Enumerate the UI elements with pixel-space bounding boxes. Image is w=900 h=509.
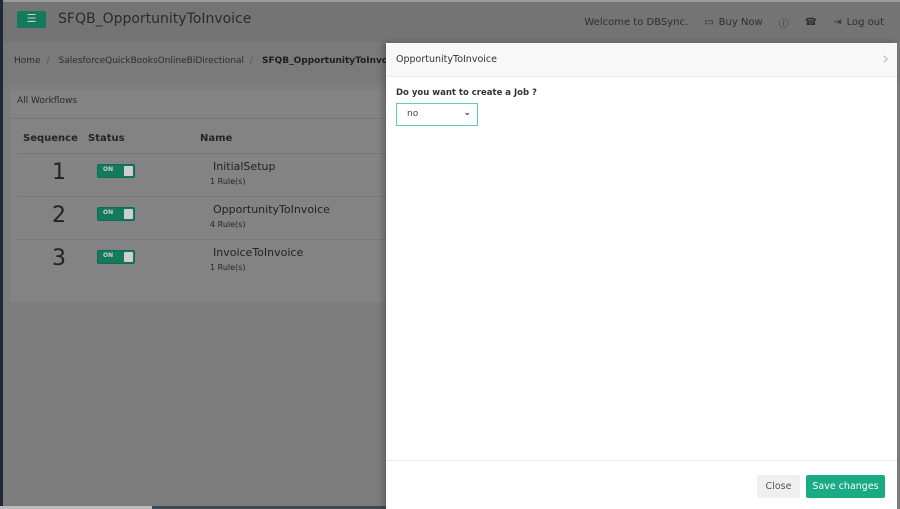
breadcrumb-current: SFQB_OpportunityToInvoice xyxy=(261,56,403,66)
top-header: ☰ SFQB_OpportunityToInvoice Welcome to D… xyxy=(3,0,900,42)
breadcrumb-project[interactable]: SalesforceQuickBooksOnlineBiDirectional xyxy=(59,56,245,66)
chevron-down-icon: ⌄ xyxy=(463,108,471,118)
create-job-select[interactable]: no ⌄ xyxy=(396,103,478,126)
toggle-label: ON xyxy=(103,209,114,216)
sequence: 1 xyxy=(52,160,66,185)
sequence: 2 xyxy=(52,203,66,228)
toggle-label: ON xyxy=(103,252,114,259)
logout-icon: ⇥ xyxy=(833,17,842,28)
logout-link[interactable]: ⇥ Log out xyxy=(833,17,884,28)
col-status: Status xyxy=(88,133,125,144)
logout-label: Log out xyxy=(846,17,884,28)
workflows-card: All Workflows Sequence Status Name 1 ON … xyxy=(10,89,400,302)
status-toggle[interactable]: ON xyxy=(97,164,135,178)
table-row: 2 ON OpportunityToInvoice 4 Rule(s) xyxy=(17,196,400,239)
dialog-footer: Close Save changes xyxy=(386,460,897,509)
sequence: 3 xyxy=(52,246,66,271)
workflow-name[interactable]: OpportunityToInvoice xyxy=(213,203,330,216)
rule-count: 1 Rule(s) xyxy=(210,263,246,272)
info-icon[interactable]: ⓘ xyxy=(779,15,789,30)
side-panel-dialog: OpportunityToInvoice › Do you want to cr… xyxy=(386,43,897,509)
breadcrumb-home[interactable]: Home xyxy=(14,56,41,66)
col-name: Name xyxy=(200,133,233,144)
workflow-name[interactable]: InitialSetup xyxy=(213,160,275,173)
toggle-label: ON xyxy=(103,166,114,173)
save-changes-button[interactable]: Save changes xyxy=(806,475,885,498)
buy-now-link[interactable]: ▭ Buy Now xyxy=(704,17,763,28)
menu-toggle-button[interactable]: ☰ xyxy=(17,11,46,28)
page-title: SFQB_OpportunityToInvoice xyxy=(58,11,252,27)
status-toggle[interactable]: ON xyxy=(97,207,135,221)
dialog-header: OpportunityToInvoice › xyxy=(386,43,897,77)
create-job-label: Do you want to create a Job ? xyxy=(396,88,537,98)
rule-count: 4 Rule(s) xyxy=(210,220,246,229)
col-sequence: Sequence xyxy=(23,133,78,144)
dialog-title: OpportunityToInvoice xyxy=(396,54,497,65)
close-button[interactable]: Close xyxy=(757,475,800,498)
table-row: 3 ON InvoiceToInvoice 1 Rule(s) xyxy=(17,239,400,282)
status-toggle[interactable]: ON xyxy=(97,250,135,264)
card-title: All Workflows xyxy=(10,89,400,119)
select-value: no xyxy=(407,109,419,119)
top-nav: Welcome to DBSync. ▭ Buy Now ⓘ ☎ ⇥ Log out xyxy=(584,15,884,30)
buy-now-label: Buy Now xyxy=(718,17,763,28)
chevron-right-icon[interactable]: › xyxy=(882,49,889,69)
credit-card-icon: ▭ xyxy=(704,17,714,28)
workflow-name[interactable]: InvoiceToInvoice xyxy=(213,246,303,259)
rule-count: 1 Rule(s) xyxy=(210,177,246,186)
welcome-text: Welcome to DBSync. xyxy=(584,17,689,28)
phone-icon[interactable]: ☎ xyxy=(805,17,817,28)
table-row: 1 ON InitialSetup 1 Rule(s) xyxy=(17,153,400,196)
